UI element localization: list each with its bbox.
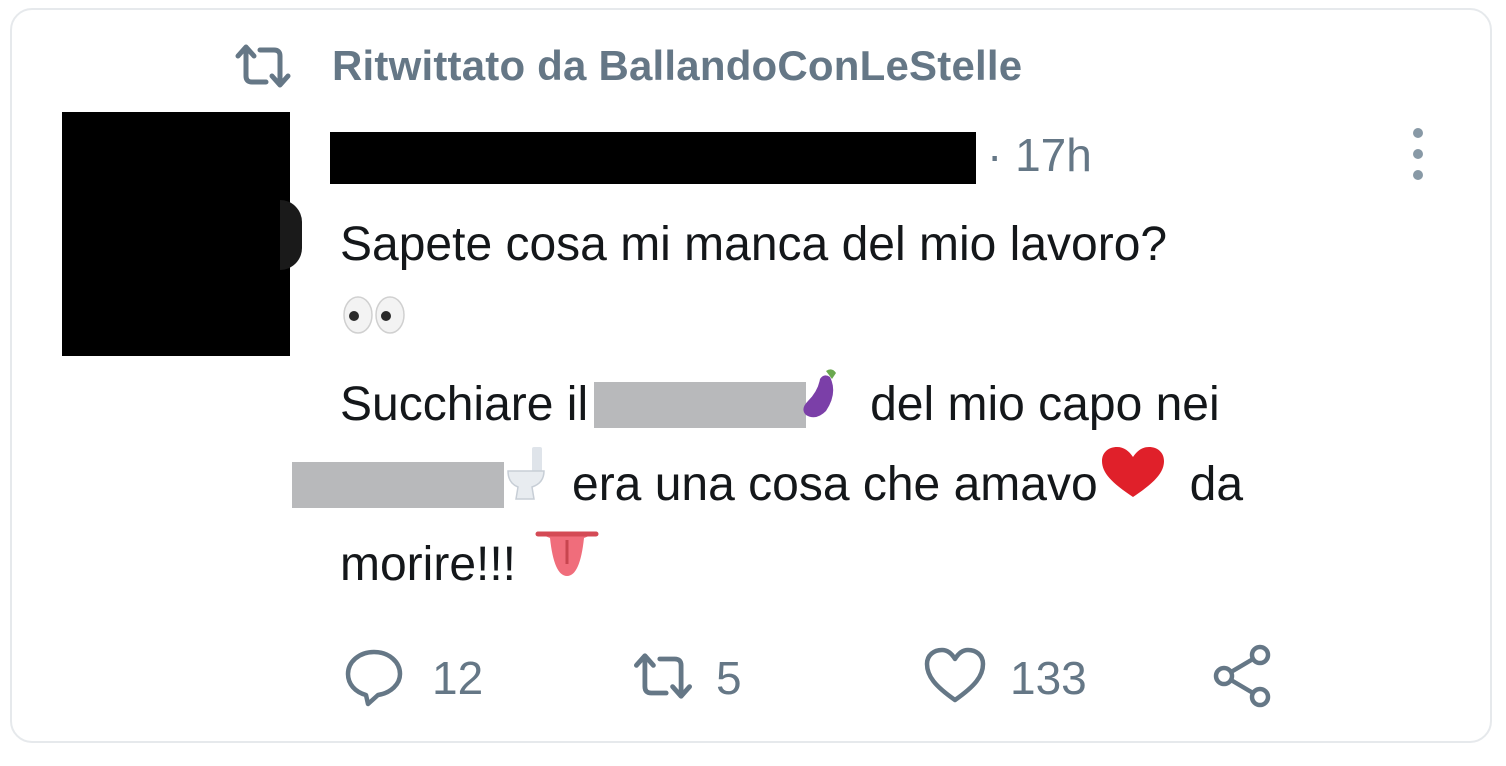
tweet-line-1: Sapete cosa mi manca del mio lavoro?	[340, 205, 1430, 285]
retweet-icon	[232, 44, 294, 88]
toilet-emoji	[502, 443, 550, 528]
retweet-icon[interactable]	[630, 651, 696, 706]
username-redacted[interactable]	[330, 132, 976, 184]
eggplant-emoji	[796, 363, 842, 448]
retweet-count: 5	[716, 652, 742, 704]
reply-count: 12	[432, 652, 484, 704]
like-action[interactable]: 133	[922, 638, 1087, 718]
tongue-emoji	[534, 525, 600, 605]
tweet-card[interactable]: Ritwittato da BallandoConLeStelle · 17h …	[10, 8, 1492, 743]
tweet-timestamp[interactable]: · 17h	[987, 128, 1092, 182]
retweet-banner: Ritwittato da BallandoConLeStelle	[232, 40, 1022, 92]
reply-action[interactable]: 12	[342, 638, 483, 718]
tweet-line-4: era una cosa che amavo da	[292, 445, 1430, 525]
tweet-text-segment: da	[1189, 458, 1244, 511]
tweet-line-3: Succhiare il del mio capo nei	[340, 365, 1430, 445]
censored-word	[594, 382, 807, 428]
tweet-text-line: Sapete cosa mi manca del mio lavoro?	[340, 218, 1168, 271]
heart-icon[interactable]	[922, 646, 988, 711]
tweet-text-segment: Succhiare il	[340, 378, 589, 431]
like-count: 133	[1010, 652, 1087, 704]
tweet-text-segment: era una cosa che amavo	[572, 458, 1098, 511]
censored-word	[292, 462, 504, 508]
eyes-emoji	[340, 285, 410, 365]
tweet-body: Sapete cosa mi manca del mio lavoro? Suc…	[292, 205, 1430, 605]
more-vertical-icon[interactable]	[1404, 128, 1432, 180]
tweet-line-5: morire!!!	[340, 525, 1430, 605]
tweet-text-segment: morire!!!	[340, 538, 517, 591]
retweet-action[interactable]: 5	[630, 638, 742, 718]
share-icon[interactable]	[1210, 643, 1276, 714]
tweet-line-2	[340, 285, 1430, 365]
avatar-redacted[interactable]	[62, 112, 290, 356]
red-heart-emoji	[1098, 445, 1168, 526]
retweet-label[interactable]: Ritwittato da BallandoConLeStelle	[332, 42, 1022, 90]
avatar-edge	[280, 200, 302, 270]
reply-icon[interactable]	[342, 644, 406, 713]
tweet-actions: 12 5 133	[342, 638, 1302, 718]
tweet-text-segment: del mio capo nei	[870, 378, 1220, 431]
share-action[interactable]	[1210, 638, 1276, 718]
